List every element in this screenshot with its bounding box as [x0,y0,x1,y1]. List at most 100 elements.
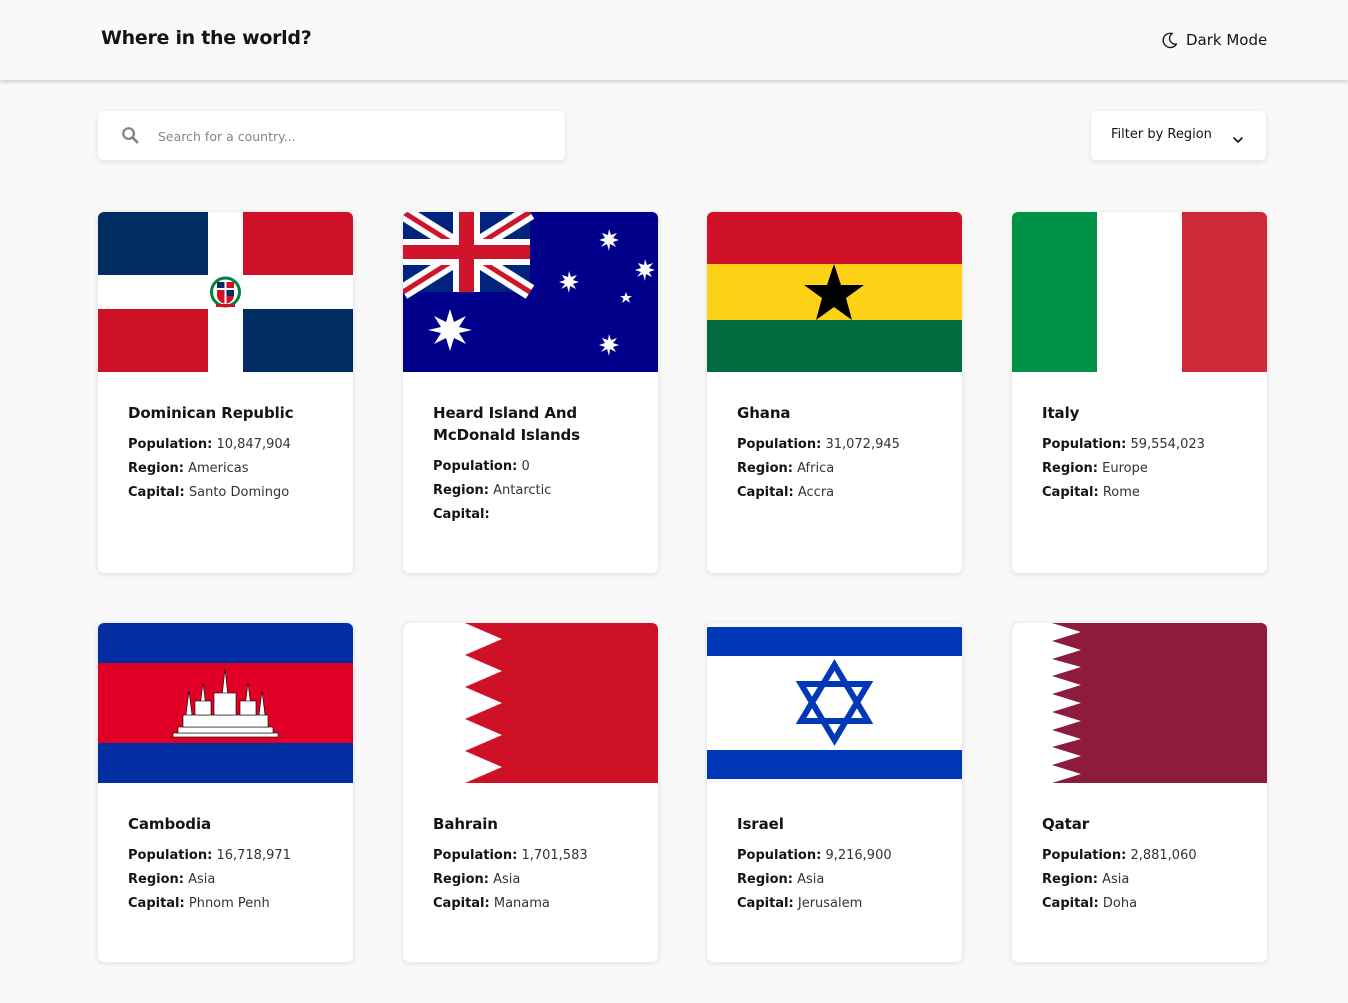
region-row: Region: Antarctic [433,479,638,503]
country-card-heard-island[interactable]: Heard Island And McDonald Islands Popula… [403,212,658,573]
capital-label: Capital: [433,507,490,522]
capital-label: Capital: [1042,896,1099,911]
population-value: 59,554,023 [1130,437,1205,452]
region-row: Region: Africa [737,457,942,481]
region-label: Region: [737,461,793,476]
region-label: Region: [128,461,184,476]
population-label: Population: [128,437,213,452]
capital-label: Capital: [737,485,794,500]
population-label: Population: [737,437,822,452]
population-label: Population: [1042,437,1127,452]
capital-value: Santo Domingo [188,485,290,500]
capital-label: Capital: [1042,485,1099,500]
flag-image [707,212,962,372]
country-card-bahrain[interactable]: Bahrain Population: 1,701,583 Region: As… [403,623,658,962]
capital-label: Capital: [128,485,185,500]
search-box [98,111,565,160]
region-row: Region: Asia [433,868,638,892]
capital-value: Phnom Penh [188,896,270,911]
search-input[interactable] [156,123,540,149]
population-row: Population: 16,718,971 [128,844,333,868]
flag-image [403,212,658,372]
country-name: Ghana [737,404,791,422]
population-row: Population: 0 [433,455,638,479]
region-label: Region: [128,872,184,887]
region-value: Asia [1102,872,1130,887]
country-card-cambodia[interactable]: Cambodia Population: 16,718,971 Region: … [98,623,353,962]
country-card-italy[interactable]: Italy Population: 59,554,023 Region: Eur… [1012,212,1267,573]
population-label: Population: [128,848,213,863]
flag-image [98,212,353,372]
population-label: Population: [433,848,518,863]
dark-mode-toggle[interactable]: Dark Mode [1160,29,1267,51]
region-label: Region: [737,872,793,887]
country-name: Bahrain [433,815,498,833]
population-label: Population: [1042,848,1127,863]
region-value: Europe [1102,461,1148,476]
capital-value: Doha [1102,896,1138,911]
region-value: Antarctic [493,483,552,498]
capital-row: Capital: Jerusalem [737,892,942,916]
flag-image [707,623,962,783]
region-label: Region: [433,483,489,498]
country-card-israel[interactable]: Israel Population: 9,216,900 Region: Asi… [707,623,962,962]
capital-row: Capital: Phnom Penh [128,892,333,916]
population-value: 10,847,904 [216,437,291,452]
population-value: 9,216,900 [825,848,892,863]
population-row: Population: 9,216,900 [737,844,942,868]
capital-value: Manama [493,896,550,911]
flag-image [98,623,353,783]
capital-value: Jerusalem [797,896,863,911]
capital-row: Capital: Accra [737,481,942,505]
region-label: Region: [433,872,489,887]
dark-mode-label: Dark Mode [1186,31,1268,49]
country-card-dominican-republic[interactable]: Dominican Republic Population: 10,847,90… [98,212,353,573]
population-row: Population: 1,701,583 [433,844,638,868]
region-value: Americas [188,461,249,476]
population-value: 0 [521,459,530,474]
capital-value: Accra [797,485,835,500]
population-value: 1,701,583 [521,848,588,863]
capital-label: Capital: [737,896,794,911]
flag-image [403,623,658,783]
capital-label: Capital: [128,896,185,911]
chevron-down-icon [1232,130,1244,149]
moon-icon [1160,31,1179,50]
capital-row: Capital: Manama [433,892,638,916]
region-value: Asia [188,872,216,887]
population-value: 2,881,060 [1130,848,1197,863]
region-label: Region: [1042,872,1098,887]
country-name: Dominican Republic [128,404,294,422]
app-header: Where in the world? Dark Mode [0,0,1348,80]
population-row: Population: 59,554,023 [1042,433,1247,457]
country-name: Israel [737,815,784,833]
population-label: Population: [433,459,518,474]
flag-image [1012,212,1267,372]
population-row: Population: 2,881,060 [1042,844,1247,868]
search-icon [121,126,140,149]
country-name: Italy [1042,404,1080,422]
capital-row: Capital: Santo Domingo [128,481,333,505]
region-row: Region: Asia [128,868,333,892]
country-name: Heard Island And McDonald Islands [433,404,580,444]
capital-row: Capital: Doha [1042,892,1247,916]
country-card-qatar[interactable]: Qatar Population: 2,881,060 Region: Asia… [1012,623,1267,962]
country-name: Qatar [1042,815,1090,833]
region-row: Region: Americas [128,457,333,481]
capital-label: Capital: [433,896,490,911]
region-row: Region: Europe [1042,457,1247,481]
population-row: Population: 10,847,904 [128,433,333,457]
population-row: Population: 31,072,945 [737,433,942,457]
region-filter-dropdown[interactable]: Filter by Region [1091,111,1266,160]
app-title: Where in the world? [101,27,312,49]
country-card-ghana[interactable]: Ghana Population: 31,072,945 Region: Afr… [707,212,962,573]
region-row: Region: Asia [1042,868,1247,892]
capital-row: Capital: Rome [1042,481,1247,505]
capital-value: Rome [1102,485,1140,500]
region-value: Asia [797,872,825,887]
population-value: 31,072,945 [825,437,900,452]
region-row: Region: Asia [737,868,942,892]
region-label: Region: [1042,461,1098,476]
region-value: Africa [797,461,835,476]
capital-row: Capital: [433,503,638,527]
